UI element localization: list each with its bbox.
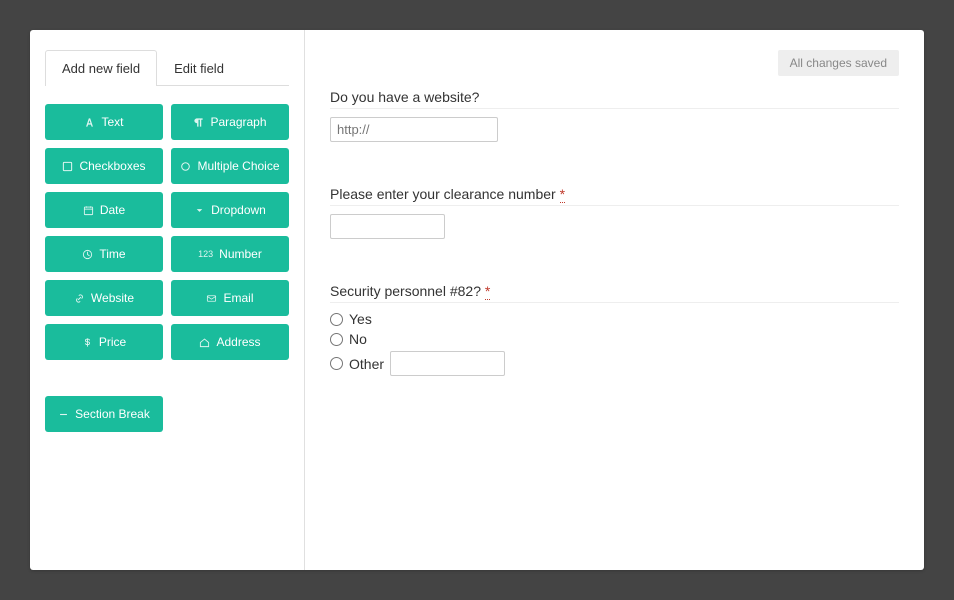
question-clearance: Please enter your clearance number * — [330, 186, 899, 239]
tab-add-new-field[interactable]: Add new field — [45, 50, 157, 86]
question-label: Security personnel #82? * — [330, 283, 899, 303]
question-website: Do you have a website? — [330, 89, 899, 142]
clearance-input[interactable] — [330, 214, 445, 239]
radio-input[interactable] — [330, 357, 343, 370]
caret-down-icon — [194, 205, 205, 216]
checkbox-icon — [62, 161, 73, 172]
field-type-section-break[interactable]: Section Break — [45, 396, 163, 432]
home-icon — [199, 337, 210, 348]
field-type-label: Paragraph — [210, 115, 266, 129]
clock-icon — [82, 249, 93, 260]
field-type-checkboxes[interactable]: Checkboxes — [45, 148, 163, 184]
field-type-website[interactable]: Website — [45, 280, 163, 316]
sidebar-tabs: Add new field Edit field — [45, 50, 289, 86]
field-type-text[interactable]: Text — [45, 104, 163, 140]
dollar-icon — [82, 337, 93, 348]
other-text-input[interactable] — [390, 351, 505, 376]
field-type-address[interactable]: Address — [171, 324, 289, 360]
field-type-time[interactable]: Time — [45, 236, 163, 272]
radio-label: Yes — [349, 311, 372, 327]
field-type-label: Text — [101, 115, 123, 129]
radio-option-other[interactable]: Other — [330, 351, 899, 376]
required-mark: * — [485, 283, 490, 300]
field-type-grid: Text Paragraph Checkboxes Multiple Choic… — [45, 104, 289, 432]
website-input[interactable] — [330, 117, 498, 142]
field-type-label: Address — [216, 335, 260, 349]
paragraph-icon — [193, 117, 204, 128]
field-type-label: Time — [99, 247, 125, 261]
radio-option-yes[interactable]: Yes — [330, 311, 899, 327]
calendar-icon — [83, 205, 94, 216]
radio-input[interactable] — [330, 313, 343, 326]
field-type-dropdown[interactable]: Dropdown — [171, 192, 289, 228]
form-preview: All changes saved Do you have a website?… — [305, 30, 924, 570]
minus-icon — [58, 409, 69, 420]
field-type-label: Dropdown — [211, 203, 266, 217]
envelope-icon — [206, 293, 217, 304]
question-security: Security personnel #82? * Yes No Other — [330, 283, 899, 376]
tab-edit-field[interactable]: Edit field — [157, 50, 241, 86]
font-icon — [84, 117, 95, 128]
sidebar: Add new field Edit field Text Paragraph … — [30, 30, 305, 570]
field-type-date[interactable]: Date — [45, 192, 163, 228]
field-type-number[interactable]: 123 Number — [171, 236, 289, 272]
field-type-multiple-choice[interactable]: Multiple Choice — [171, 148, 289, 184]
field-type-label: Checkboxes — [79, 159, 145, 173]
link-icon — [74, 293, 85, 304]
question-label-text: Please enter your clearance number — [330, 186, 556, 202]
field-type-email[interactable]: Email — [171, 280, 289, 316]
radio-icon — [180, 161, 191, 172]
app-panel: Add new field Edit field Text Paragraph … — [30, 30, 924, 570]
save-status-badge: All changes saved — [778, 50, 899, 76]
field-type-label: Price — [99, 335, 126, 349]
field-type-label: Date — [100, 203, 125, 217]
field-type-price[interactable]: Price — [45, 324, 163, 360]
field-type-paragraph[interactable]: Paragraph — [171, 104, 289, 140]
question-label: Please enter your clearance number * — [330, 186, 899, 206]
question-label-text: Security personnel #82? — [330, 283, 481, 299]
radio-option-no[interactable]: No — [330, 331, 899, 347]
field-type-label: Section Break — [75, 407, 150, 421]
required-mark: * — [560, 186, 565, 203]
field-type-label: Multiple Choice — [197, 159, 279, 173]
radio-label: Other — [349, 356, 384, 372]
question-label: Do you have a website? — [330, 89, 899, 109]
field-type-label: Number — [219, 247, 262, 261]
radio-label: No — [349, 331, 367, 347]
field-type-label: Email — [223, 291, 253, 305]
radio-input[interactable] — [330, 333, 343, 346]
field-type-label: Website — [91, 291, 134, 305]
number-icon: 123 — [198, 249, 213, 259]
